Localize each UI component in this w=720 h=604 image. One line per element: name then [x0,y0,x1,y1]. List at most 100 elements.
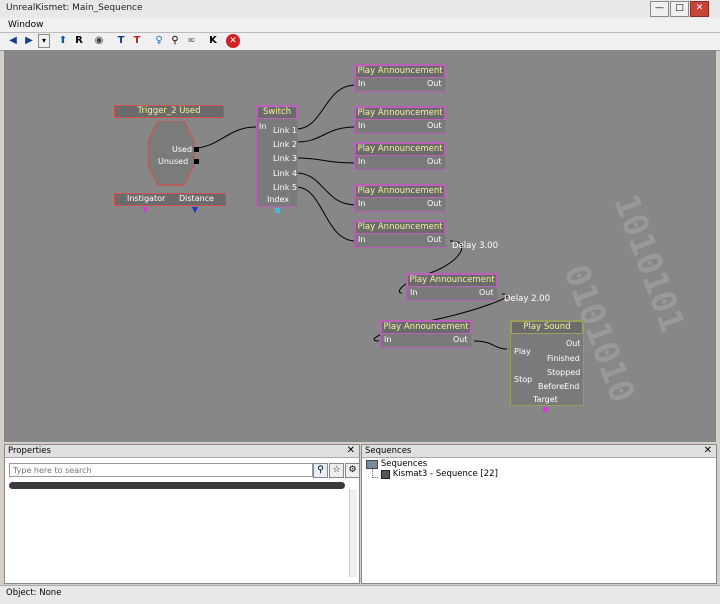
status-text: Object: None [6,588,62,598]
dropdown-icon[interactable]: ▾ [38,34,50,48]
announcement-in-pin[interactable]: In [358,235,365,244]
switch-index-connector[interactable] [275,208,280,213]
announcement-out-pin[interactable]: Out [427,157,442,166]
favorites-star-icon[interactable]: ☆ [329,463,344,478]
folder-icon [366,459,378,469]
announcement-out-pin[interactable]: Out [427,235,442,244]
distance-label: Distance [179,194,214,203]
announcement-out-pin[interactable]: Out [453,335,468,344]
switch-link-4[interactable]: Link 4 [273,169,297,178]
sequence-tree-item[interactable]: Kismat3 - Sequence [22] [372,469,672,481]
switch-link-3[interactable]: Link 3 [273,154,297,163]
trigger-octagon-icon [147,121,195,186]
announcement-out-pin[interactable]: Out [479,288,494,297]
lightbulb-icon[interactable]: ♀ [152,34,166,48]
trigger-used-connector[interactable] [194,147,199,152]
trigger-vars-bar: Instigator Distance [114,193,226,206]
announcement-in-pin[interactable]: In [358,79,365,88]
status-bar: Object: None [0,585,720,604]
switch-title: Switch [257,106,297,119]
eye-icon[interactable]: ◉ [92,34,106,48]
advanced-search-icon[interactable]: ⚙ [345,463,360,478]
announcement-in-pin[interactable]: In [358,199,365,208]
close-button[interactable]: ✕ [690,1,709,17]
instigator-connector[interactable] [142,207,148,213]
search-icon[interactable]: ⚲ [313,463,328,478]
forward-icon[interactable]: ▶ [22,34,36,48]
announcement-in-pin[interactable]: In [358,121,365,130]
play-sound-target-connector[interactable] [543,407,548,412]
announcement-in-pin[interactable]: In [384,335,391,344]
announcement-title: Play Announcement [381,321,471,334]
properties-header: Properties ✕ [5,445,359,458]
toolbar: ◀ ▶ ▾ ⬆ R ◉ T T ♀ ⚲ ∞ K ✕ [0,33,720,51]
zoom-icon[interactable]: ⚲ [168,34,182,48]
properties-search-input[interactable] [9,463,313,477]
play-announcement-node[interactable]: Play Announcement In Out [380,320,472,348]
switch-in-pin[interactable]: In [259,122,266,131]
sequences-title: Sequences [365,446,412,456]
link-icon[interactable]: ∞ [184,34,198,48]
play-sound-node[interactable]: Play Sound Play Stop Out Finished Stoppe… [510,320,584,412]
maximize-button[interactable]: □ [670,1,689,17]
play-sound-finished-pin[interactable]: Finished [547,354,580,363]
announcement-in-pin[interactable]: In [410,288,417,297]
stop-icon[interactable]: ✕ [226,34,240,48]
announcement-in-pin[interactable]: In [358,157,365,166]
instigator-label: Instigator [127,194,166,203]
trigger-unused-connector[interactable] [194,159,199,164]
switch-node[interactable]: Switch In Link 1 Link 2 Link 3 Link 4 Li… [256,105,298,213]
trigger-node[interactable]: Trigger_2 Used Used Unused Instigator Di… [114,105,226,213]
distance-connector[interactable] [192,207,198,213]
tree-root-label: Sequences [380,459,428,469]
play-sound-title: Play Sound [511,321,583,334]
properties-panel: Properties ✕ ⚲ ☆ ⚙ [4,444,360,584]
trigger-title: Trigger_2 Used [114,105,224,118]
announcement-title: Play Announcement [407,274,497,287]
play-announcement-node[interactable]: Play Announcement In Out [354,106,446,134]
parent-sequence-icon[interactable]: ⬆ [56,34,70,48]
sequences-header: Sequences ✕ [362,445,716,458]
announcement-title: Play Announcement [355,107,445,120]
trigger-unused-pin[interactable]: Unused [158,157,188,166]
announcement-title: Play Announcement [355,143,445,156]
minimize-button[interactable]: — [650,1,669,17]
delay-label: Delay 2.00 [504,294,551,304]
announcement-title: Play Announcement [355,185,445,198]
svg-text:1010101: 1010101 [606,189,693,337]
kismet-k-icon[interactable]: K [206,34,220,48]
switch-link-2[interactable]: Link 2 [273,140,297,149]
play-sound-out-pin[interactable]: Out [566,339,581,348]
properties-close-icon[interactable]: ✕ [347,445,355,457]
menu-window[interactable]: Window [8,20,44,30]
title-bar: UnrealKismet: Main_Sequence — □ ✕ [0,0,720,19]
window-title: UnrealKismet: Main_Sequence [6,3,143,13]
play-announcement-node[interactable]: Play Announcement In Out [354,142,446,170]
properties-category-bar [9,482,345,489]
trigger-used-pin[interactable]: Used [172,145,192,154]
back-icon[interactable]: ◀ [6,34,20,48]
play-announcement-node[interactable]: Play Announcement In Out [406,273,498,301]
filter-t-icon[interactable]: T [114,34,128,48]
tree-connector [372,469,378,478]
play-announcement-node[interactable]: Play Announcement In Out [354,64,446,92]
play-sound-target-label: Target [533,395,558,404]
switch-link-1[interactable]: Link 1 [273,126,297,135]
sequences-close-icon[interactable]: ✕ [704,445,712,457]
properties-scrollbar[interactable] [349,489,357,577]
play-announcement-node[interactable]: Play Announcement In Out [354,184,446,212]
rename-icon[interactable]: R [72,34,86,48]
announcement-out-pin[interactable]: Out [427,79,442,88]
switch-index-label: Index [267,195,290,204]
play-announcement-node[interactable]: Play Announcement In Out [354,220,446,248]
filter-t-red-icon[interactable]: T [130,34,144,48]
announcement-out-pin[interactable]: Out [427,121,442,130]
play-sound-beforeend-pin[interactable]: BeforeEnd [538,382,579,391]
play-sound-stop-pin[interactable]: Stop [514,375,532,384]
switch-link-5[interactable]: Link 5 [273,183,297,192]
kismet-canvas[interactable]: 1010101 0101010 Trigger_2 Used Used Unus… [4,50,716,442]
play-sound-play-pin[interactable]: Play [514,347,531,356]
play-sound-stopped-pin[interactable]: Stopped [547,368,580,377]
properties-title: Properties [8,446,51,456]
announcement-out-pin[interactable]: Out [427,199,442,208]
